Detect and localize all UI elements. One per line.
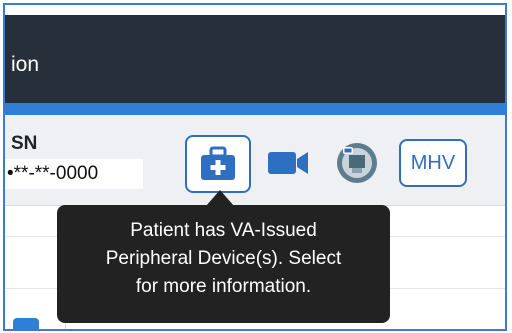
tooltip-line: for more information. bbox=[135, 276, 312, 297]
video-camera-icon bbox=[268, 152, 308, 174]
app-title: ion bbox=[11, 53, 40, 76]
va-seal-icon bbox=[337, 143, 377, 183]
peripheral-device-tooltip: Patient has VA-Issued Peripheral Device(… bbox=[57, 205, 390, 323]
video-visit-button[interactable] bbox=[267, 147, 309, 179]
tooltip-line: Patient has VA-Issued bbox=[130, 220, 317, 241]
my-healthevet-button[interactable]: MHV bbox=[399, 139, 467, 187]
top-navigation-bar: ion bbox=[5, 15, 505, 103]
patient-banner: SN •**-**-0000 MHV bbox=[5, 115, 505, 206]
peripheral-device-button[interactable] bbox=[185, 135, 251, 193]
ssn-value: •**-**-0000 bbox=[5, 159, 143, 189]
partial-button[interactable] bbox=[13, 318, 39, 329]
medical-bag-icon bbox=[201, 146, 235, 180]
tooltip-line: Peripheral Device(s). Select bbox=[105, 248, 342, 269]
ssn-label: SN bbox=[11, 133, 38, 154]
accent-strip bbox=[5, 103, 505, 115]
va-seal-button[interactable] bbox=[335, 141, 379, 185]
tooltip-arrow bbox=[206, 190, 234, 206]
app-window: ion SN •**-**-0000 MHV Patient has VA-Is… bbox=[3, 3, 507, 331]
